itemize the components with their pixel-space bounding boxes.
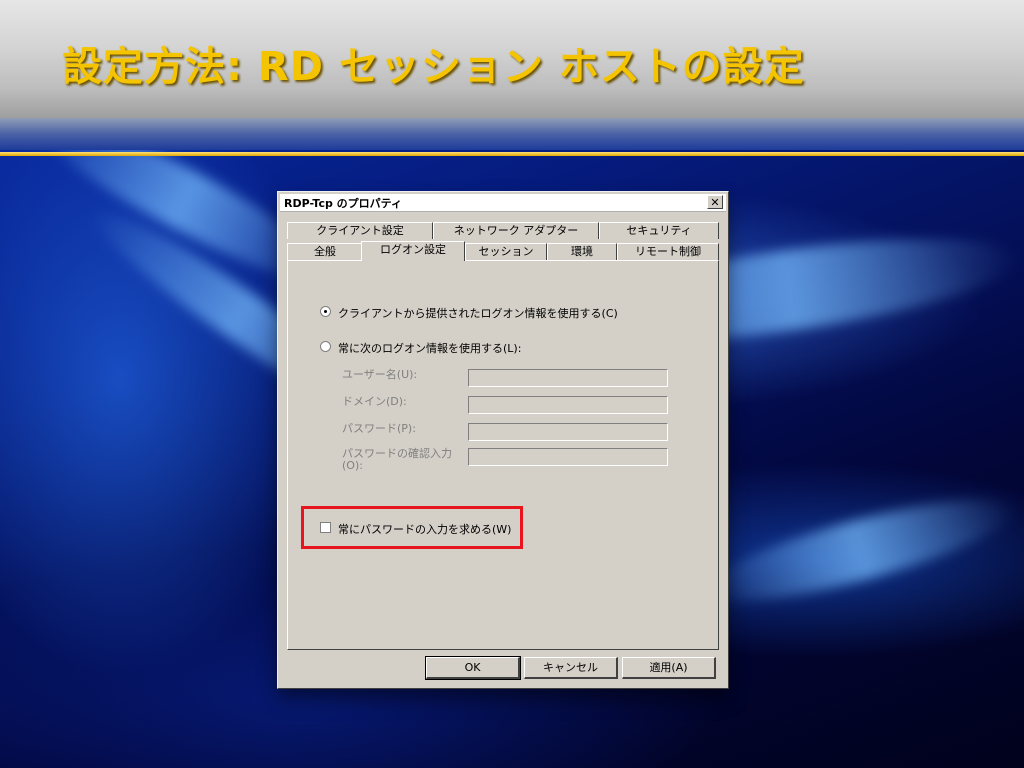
properties-dialog: RDP-Tcp のプロパティ ✕ クライアント設定 ネットワーク アダプター セ… bbox=[277, 191, 729, 689]
tab-remote-control[interactable]: リモート制御 bbox=[617, 243, 719, 260]
username-label: ユーザー名(U): bbox=[342, 368, 418, 381]
close-icon[interactable]: ✕ bbox=[707, 195, 723, 209]
domain-input[interactable] bbox=[468, 396, 668, 414]
gold-divider bbox=[0, 152, 1024, 156]
tab-session[interactable]: セッション bbox=[465, 243, 547, 260]
radio-always-use-logon-label: 常に次のログオン情報を使用する(L): bbox=[338, 342, 522, 355]
username-input[interactable] bbox=[468, 369, 668, 387]
tab-general[interactable]: 全般 bbox=[287, 243, 363, 260]
radio-use-client-logon-label: クライアントから提供されたログオン情報を使用する(C) bbox=[338, 307, 618, 320]
tab-client-settings[interactable]: クライアント設定 bbox=[287, 222, 433, 239]
radio-unselected-icon bbox=[320, 341, 331, 352]
ok-button[interactable]: OK bbox=[425, 656, 521, 680]
domain-label: ドメイン(D): bbox=[342, 395, 407, 408]
confirm-password-label: パスワードの確認入力 (O): bbox=[342, 448, 452, 472]
dialog-titlebar: RDP-Tcp のプロパティ ✕ bbox=[280, 194, 726, 212]
highlight-annotation bbox=[301, 506, 523, 549]
slide-title: 設定方法: RD セッション ホストの設定 bbox=[62, 44, 805, 90]
confirm-password-input[interactable] bbox=[468, 448, 668, 466]
tab-logon-settings[interactable]: ログオン設定 bbox=[361, 241, 465, 261]
tab-environment[interactable]: 環境 bbox=[547, 243, 617, 260]
radio-selected-icon bbox=[320, 306, 331, 317]
password-label: パスワード(P): bbox=[342, 422, 416, 435]
tab-security[interactable]: セキュリティ bbox=[599, 222, 719, 239]
dialog-title: RDP-Tcp のプロパティ bbox=[284, 197, 403, 210]
title-band-fade bbox=[0, 118, 1024, 150]
cancel-button[interactable]: キャンセル bbox=[524, 657, 618, 679]
apply-button[interactable]: 適用(A) bbox=[622, 657, 716, 679]
password-input[interactable] bbox=[468, 423, 668, 441]
tab-network-adapter[interactable]: ネットワーク アダプター bbox=[433, 222, 599, 239]
confirm-password-label-line2: (O): bbox=[342, 459, 363, 472]
